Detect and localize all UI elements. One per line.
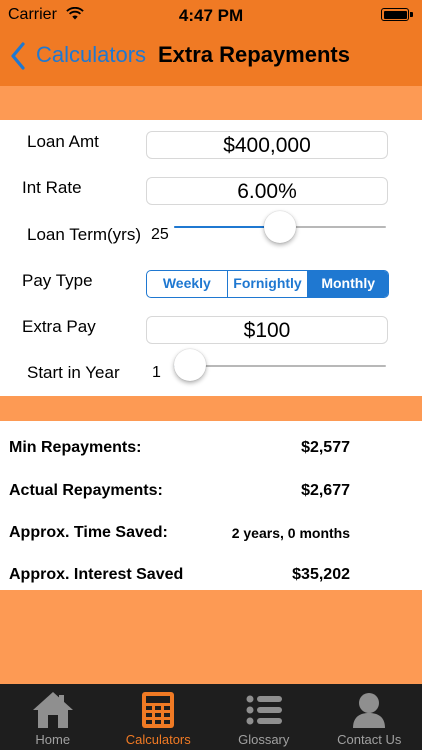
min-repayments-value: $2,577 [301, 439, 350, 456]
tab-bar: Home Calculators Glossary Contact Us [0, 684, 422, 750]
pay-type-label: Pay Type [22, 271, 93, 290]
middle-band [0, 396, 422, 421]
status-time: 4:47 PM [178, 6, 244, 25]
time-saved-label: Approx. Time Saved: [9, 524, 168, 541]
home-icon [32, 692, 73, 728]
interest-rate-field[interactable]: 6.00% [146, 177, 388, 205]
battery-icon [381, 8, 413, 21]
loan-term-label: Loan Term(yrs) [27, 225, 141, 244]
start-year-value: 1 [152, 364, 161, 381]
pay-type-monthly[interactable]: Monthly [308, 271, 388, 297]
actual-repayments-value: $2,677 [301, 482, 350, 499]
tab-glossary[interactable]: Glossary [211, 684, 317, 750]
loan-term-value: 25 [151, 226, 169, 243]
interest-saved-value: $35,202 [292, 566, 350, 583]
time-saved-value: 2 years, 0 months [231, 525, 350, 541]
back-chevron-icon[interactable] [10, 42, 26, 70]
extra-pay-label: Extra Pay [22, 317, 96, 336]
pay-type-segmented-control[interactable]: Weekly Fornightly Monthly [146, 270, 389, 298]
min-repayments-label: Min Repayments: [9, 439, 142, 456]
interest-rate-label: Int Rate [22, 178, 82, 197]
calculator-icon [142, 692, 175, 728]
actual-repayments-label: Actual Repayments: [9, 482, 163, 499]
loan-amount-field[interactable]: $400,000 [146, 131, 388, 159]
pay-type-weekly[interactable]: Weekly [147, 271, 228, 297]
loan-term-slider-thumb[interactable] [264, 211, 296, 243]
tab-contact-label: Contact Us [337, 732, 402, 747]
person-icon [353, 693, 386, 728]
tab-home[interactable]: Home [0, 684, 106, 750]
start-year-slider-thumb[interactable] [174, 349, 206, 381]
tab-calculators[interactable]: Calculators [106, 684, 212, 750]
top-band [0, 86, 422, 120]
tab-calculators-label: Calculators [125, 732, 191, 747]
page-title: Extra Repayments [158, 42, 350, 67]
interest-saved-label: Approx. Interest Saved [9, 566, 184, 583]
start-year-label: Start in Year [27, 363, 120, 382]
extra-pay-field[interactable]: $100 [146, 316, 388, 344]
tab-glossary-label: Glossary [238, 732, 290, 747]
list-icon [246, 695, 282, 725]
tab-home-label: Home [35, 732, 71, 747]
pay-type-fortnightly[interactable]: Fornightly [228, 271, 309, 297]
tab-contact[interactable]: Contact Us [317, 684, 422, 750]
loan-amount-label: Loan Amt [27, 132, 99, 151]
bottom-band [0, 590, 422, 684]
back-button[interactable]: Calculators [36, 42, 146, 68]
